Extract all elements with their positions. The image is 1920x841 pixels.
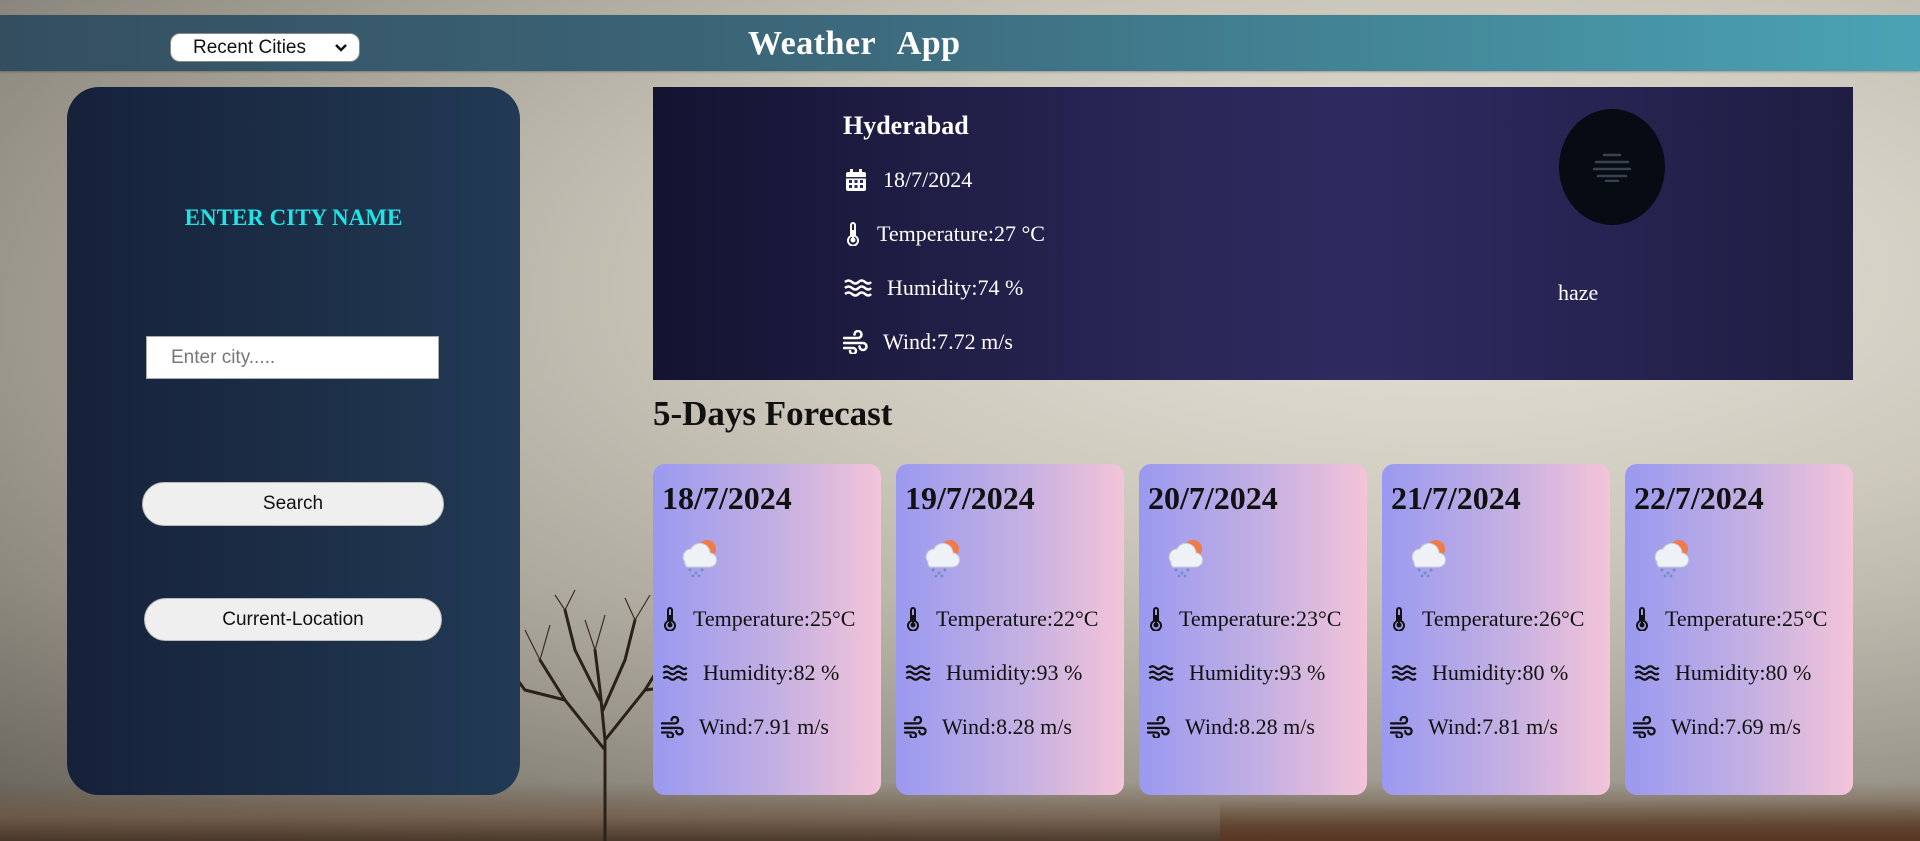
forecast-wind-row: Wind:7.69 m/s <box>1633 714 1801 740</box>
current-date-row: 18/7/2024 <box>843 167 972 193</box>
water-waves-icon <box>1147 661 1175 685</box>
forecast-card: 19/7/2024 Temperature:22°C Humidity:93 % Wi… <box>896 464 1124 795</box>
search-button[interactable]: Search <box>142 482 444 526</box>
forecast-temperature: Temperature:23°C <box>1179 606 1342 631</box>
forecast-wind-row: Wind:8.28 m/s <box>1147 714 1315 740</box>
forecast-humidity-row: Humidity:82 % <box>661 660 839 686</box>
wind-icon <box>843 329 869 355</box>
forecast-humidity-row: Humidity:93 % <box>1147 660 1325 686</box>
wind-icon <box>1390 715 1414 739</box>
forecast-date: 20/7/2024 <box>1148 480 1278 516</box>
rain-cloud-sun-icon <box>675 536 721 578</box>
forecast-humidity-row: Humidity:80 % <box>1390 660 1568 686</box>
water-waves-icon <box>843 275 873 301</box>
water-waves-icon <box>661 661 689 685</box>
chevron-down-icon <box>335 44 347 52</box>
forecast-wind-row: Wind:7.91 m/s <box>661 714 829 740</box>
forecast-card: 20/7/2024 Temperature:23°C Humidity:93 % Wi… <box>1139 464 1367 795</box>
forecast-date: 19/7/2024 <box>905 480 1035 516</box>
current-humidity: Humidity:74 % <box>887 275 1024 300</box>
forecast-wind-row: Wind:7.81 m/s <box>1390 714 1558 740</box>
enter-city-label: ENTER CITY NAME <box>184 205 403 230</box>
rain-cloud-sun-icon <box>1404 536 1450 578</box>
forecast-wind: Wind:7.69 m/s <box>1671 714 1801 739</box>
forecast-temperature-row: Temperature:26°C <box>1390 606 1584 632</box>
forecast-humidity: Humidity:80 % <box>1675 660 1812 685</box>
forecast-title: 5-Days Forecast <box>653 394 893 433</box>
forecast-humidity: Humidity:93 % <box>1189 660 1326 685</box>
rain-cloud-sun-icon <box>1161 536 1207 578</box>
forecast-temperature-row: Temperature:22°C <box>904 606 1098 632</box>
forecast-temperature: Temperature:25°C <box>1665 606 1828 631</box>
forecast-temperature-row: Temperature:25°C <box>661 606 855 632</box>
thermometer-icon <box>843 221 863 247</box>
forecast-wind-row: Wind:8.28 m/s <box>904 714 1072 740</box>
calendar-icon <box>843 167 869 193</box>
water-waves-icon <box>904 661 932 685</box>
forecast-temperature: Temperature:26°C <box>1422 606 1585 631</box>
forecast-date: 18/7/2024 <box>662 480 792 516</box>
forecast-temperature: Temperature:25°C <box>693 606 856 631</box>
rain-cloud-sun-icon <box>918 536 964 578</box>
forecast-humidity: Humidity:93 % <box>946 660 1083 685</box>
wind-icon <box>661 715 685 739</box>
current-wind-row: Wind:7.72 m/s <box>843 329 1013 355</box>
city-search-input[interactable]: Enter city..... <box>146 336 439 379</box>
app-title: Weather App <box>748 25 961 62</box>
weather-condition: haze <box>1558 280 1599 305</box>
forecast-card: 18/7/2024 Temperature:25°C Humidity:82 % Wi… <box>653 464 881 795</box>
forecast-wind: Wind:8.28 m/s <box>942 714 1072 739</box>
forecast-wind: Wind:7.91 m/s <box>699 714 829 739</box>
current-weather-panel: Hyderabad 18/7/2024 Temperature:27 °C Hu… <box>653 87 1853 380</box>
thermometer-icon <box>661 607 679 631</box>
water-waves-icon <box>1390 661 1418 685</box>
forecast-temperature-row: Temperature:23°C <box>1147 606 1341 632</box>
forecast-wind: Wind:8.28 m/s <box>1185 714 1315 739</box>
water-waves-icon <box>1633 661 1661 685</box>
forecast-wind: Wind:7.81 m/s <box>1428 714 1558 739</box>
forecast-temperature-row: Temperature:25°C <box>1633 606 1827 632</box>
current-wind: Wind:7.72 m/s <box>883 329 1013 354</box>
current-location-button[interactable]: Current-Location <box>144 598 442 641</box>
current-date: 18/7/2024 <box>883 167 973 192</box>
wind-icon <box>1147 715 1171 739</box>
forecast-temperature: Temperature:22°C <box>936 606 1099 631</box>
forecast-card: 22/7/2024 Temperature:25°C Humidity:80 % Wi… <box>1625 464 1853 795</box>
forecast-card: 21/7/2024 Temperature:26°C Humidity:80 % Wi… <box>1382 464 1610 795</box>
current-city-name: Hyderabad <box>843 111 969 140</box>
wind-icon <box>904 715 928 739</box>
rain-cloud-sun-icon <box>1647 536 1693 578</box>
current-temperature-row: Temperature:27 °C <box>843 221 1045 247</box>
forecast-date: 22/7/2024 <box>1634 480 1764 516</box>
forecast-humidity: Humidity:82 % <box>703 660 840 685</box>
recent-cities-label: Recent Cities <box>193 36 306 58</box>
header-bar: Recent Cities Weather App <box>0 15 1920 71</box>
thermometer-icon <box>904 607 922 631</box>
recent-cities-select[interactable]: Recent Cities <box>170 33 360 62</box>
forecast-humidity-row: Humidity:93 % <box>904 660 1082 686</box>
haze-icon <box>1559 109 1665 225</box>
forecast-humidity-row: Humidity:80 % <box>1633 660 1811 686</box>
current-humidity-row: Humidity:74 % <box>843 275 1023 301</box>
current-temperature: Temperature:27 °C <box>877 221 1045 246</box>
forecast-humidity: Humidity:80 % <box>1432 660 1569 685</box>
forecast-date: 21/7/2024 <box>1391 480 1521 516</box>
thermometer-icon <box>1633 607 1651 631</box>
city-input-placeholder: Enter city..... <box>171 346 276 368</box>
wind-icon <box>1633 715 1657 739</box>
thermometer-icon <box>1390 607 1408 631</box>
background-field <box>1220 801 1920 841</box>
search-panel: ENTER CITY NAME Enter city..... Search C… <box>67 87 520 795</box>
thermometer-icon <box>1147 607 1165 631</box>
